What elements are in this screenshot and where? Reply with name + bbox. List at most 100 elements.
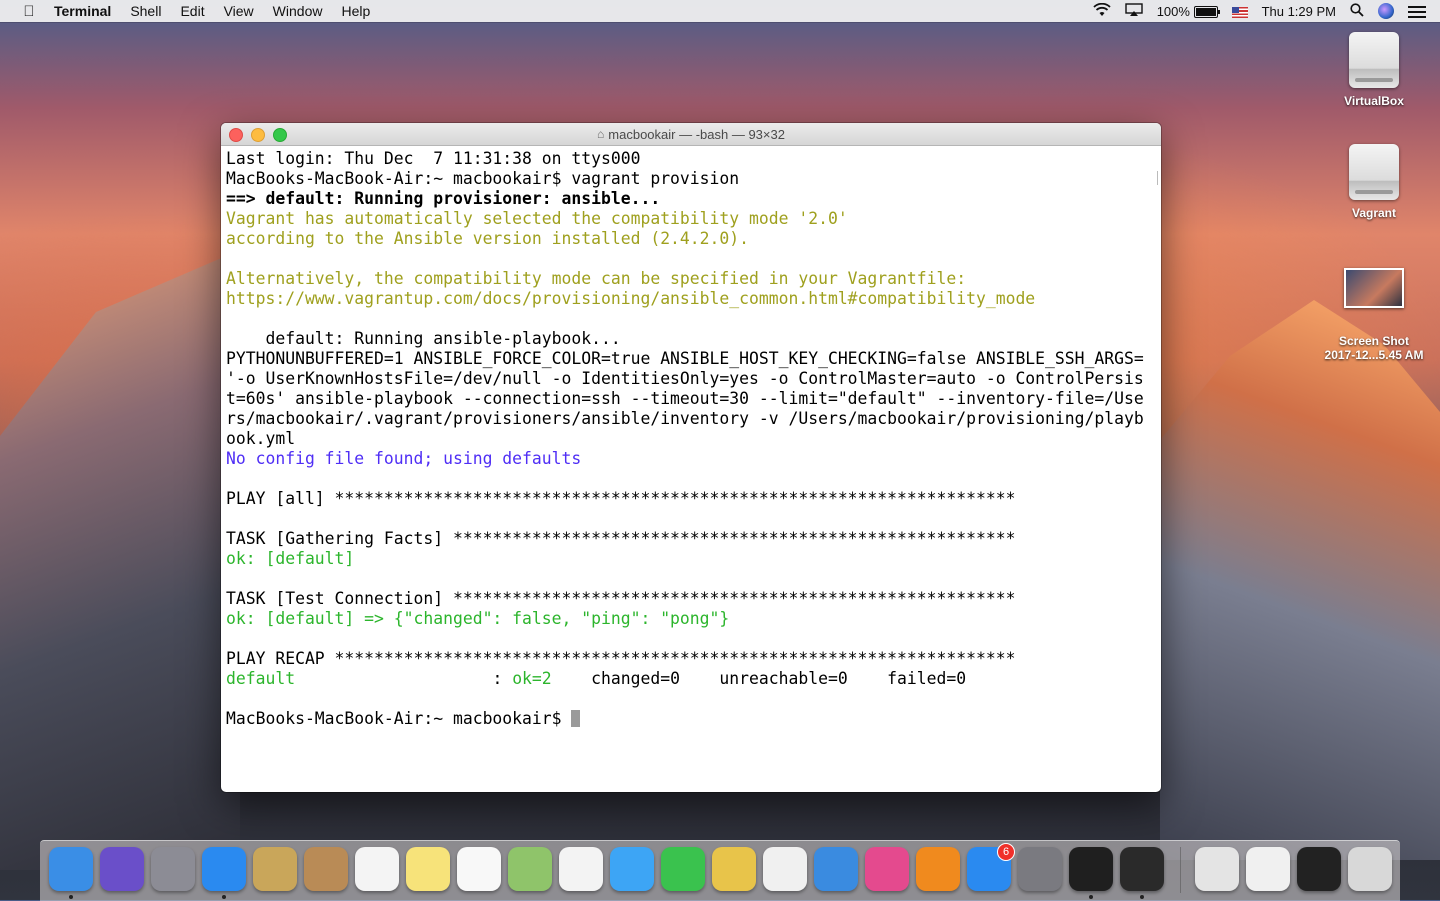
spotlight-search-icon[interactable]: [1350, 2, 1364, 20]
recap-host: default: [226, 669, 296, 688]
dock-separator: [1180, 847, 1181, 893]
terminal-line: TASK [Gathering Facts] *****************…: [226, 529, 1016, 548]
running-indicator: [69, 895, 73, 899]
window-title: macbookair — -bash — 93×32: [608, 126, 785, 142]
battery-level: [1195, 8, 1216, 17]
terminal-line: TASK [Test Connection] *****************…: [226, 589, 1016, 608]
scrollbar[interactable]: [1157, 171, 1158, 185]
terminal-line: ook.yml: [226, 429, 296, 448]
prompt-line[interactable]: MacBooks-MacBook-Air:~ macbookair$: [226, 709, 1156, 729]
maps-icon[interactable]: [508, 847, 552, 891]
terminal-window[interactable]: ⌂ macbookair — -bash — 93×32 Last login:…: [221, 123, 1161, 792]
terminal-line: Last login: Thu Dec 7 11:31:38 on ttys00…: [226, 149, 641, 168]
system-preferences-icon[interactable]: [1018, 847, 1062, 891]
battery-status[interactable]: 100%: [1156, 3, 1220, 19]
menu-edit[interactable]: Edit: [180, 3, 204, 19]
wifi-icon[interactable]: [1093, 2, 1111, 20]
photo-booth-icon[interactable]: [712, 847, 756, 891]
terminal-line: Alternatively, the compatibility mode ca…: [226, 269, 967, 288]
terminal-line: PYTHONUNBUFFERED=1 ANSIBLE_FORCE_COLOR=t…: [226, 349, 1144, 368]
finder-icon[interactable]: [49, 847, 93, 891]
contacts-icon[interactable]: [304, 847, 348, 891]
desktop-icon-label: VirtualBox: [1344, 94, 1404, 108]
menu-window[interactable]: Window: [273, 3, 323, 19]
desktop-icon-label-line2: 2017-12...5.45 AM: [1324, 348, 1424, 362]
mail-icon[interactable]: [253, 847, 297, 891]
console-icon[interactable]: [1120, 847, 1164, 891]
numbers-icon[interactable]: [763, 847, 807, 891]
input-source-icon[interactable]: [1231, 4, 1248, 19]
desktop-icon-virtualbox[interactable]: VirtualBox: [1319, 32, 1429, 108]
itunes-icon[interactable]: [865, 847, 909, 891]
desktop-icon-label-line1: Screen Shot: [1338, 334, 1410, 348]
window-titlebar[interactable]: ⌂ macbookair — -bash — 93×32: [221, 123, 1161, 146]
terminal-icon[interactable]: [1069, 847, 1113, 891]
status-area: 100% Thu 1:29 PM: [1093, 0, 1440, 22]
recap-ok: ok=2: [512, 669, 552, 688]
running-indicator: [1140, 895, 1144, 899]
menu-view[interactable]: View: [224, 3, 254, 19]
reminders-icon[interactable]: [457, 847, 501, 891]
apple-menu-icon[interactable]: : [20, 3, 38, 20]
launchpad-icon[interactable]: [151, 847, 195, 891]
notes-icon[interactable]: [406, 847, 450, 891]
traffic-lights: [229, 128, 295, 142]
siri-icon[interactable]: [100, 847, 144, 891]
recap-separator: :: [295, 669, 513, 688]
recap-counts: changed=0 unreachable=0 failed=0: [551, 669, 967, 688]
trash-icon[interactable]: [1348, 847, 1392, 891]
terminal-line: ok: [default] => {"changed": false, "pin…: [226, 609, 730, 628]
facetime-icon[interactable]: [661, 847, 705, 891]
dock: 6: [40, 840, 1400, 901]
screenshot-thumbnail-icon: [1344, 268, 1404, 308]
terminal-line: '-o UserKnownHostsFile=/dev/null -o Iden…: [226, 369, 1144, 388]
minimize-button[interactable]: [251, 128, 265, 142]
messages-icon[interactable]: [610, 847, 654, 891]
desktop-icon-vagrant[interactable]: Vagrant: [1319, 144, 1429, 220]
terminal-line: Vagrant has automatically selected the c…: [226, 209, 848, 228]
hard-disk-icon: [1349, 32, 1399, 88]
desktop-icon-screenshot[interactable]: Screen Shot 2017-12...5.45 AM: [1319, 268, 1429, 362]
menubar-clock[interactable]: Thu 1:29 PM: [1262, 4, 1336, 19]
notification-center-icon[interactable]: [1408, 4, 1426, 19]
app-store-icon[interactable]: 6: [967, 843, 1015, 891]
menu-bar:  Terminal Shell Edit View Window Help 1…: [0, 0, 1440, 22]
menu-help[interactable]: Help: [341, 3, 370, 19]
siri-menubar-icon[interactable]: [1378, 3, 1394, 20]
wallpaper-mountain-right: [1160, 300, 1440, 860]
menu-shell[interactable]: Shell: [130, 3, 161, 19]
recap-line: default : ok=2 changed=0 unreachable=0 f…: [226, 669, 1156, 689]
zoom-button[interactable]: [273, 128, 287, 142]
home-folder-icon: ⌂: [597, 127, 605, 141]
screenshot-stack-icon[interactable]: [1297, 847, 1341, 891]
terminal-line: PLAY [all] *****************************…: [226, 489, 1016, 508]
desktop-icon-label: Vagrant: [1351, 206, 1396, 220]
ibooks-icon[interactable]: [916, 847, 960, 891]
calendar-icon[interactable]: [355, 847, 399, 891]
text-cursor: [571, 710, 581, 727]
terminal-line: according to the Ansible version install…: [226, 229, 750, 248]
terminal-line: rs/macbookair/.vagrant/provisioners/ansi…: [226, 409, 1144, 428]
terminal-output[interactable]: Last login: Thu Dec 7 11:31:38 on ttys00…: [221, 146, 1161, 729]
app-menu[interactable]: Terminal: [54, 3, 111, 19]
terminal-line: ==> default: Running provisioner: ansibl…: [226, 189, 661, 208]
photos-icon[interactable]: [559, 847, 603, 891]
keynote-icon[interactable]: [814, 847, 858, 891]
terminal-line: default: Running ansible-playbook...: [226, 329, 621, 348]
close-button[interactable]: [229, 128, 243, 142]
downloads-stack-icon[interactable]: [1246, 847, 1290, 891]
airplay-icon[interactable]: [1124, 2, 1143, 20]
safari-icon[interactable]: [202, 847, 246, 891]
battery-percent: 100%: [1156, 3, 1190, 19]
documents-stack-icon[interactable]: [1195, 847, 1239, 891]
terminal-line: ok: [default]: [226, 549, 355, 568]
terminal-line: PLAY RECAP *****************************…: [226, 649, 1016, 668]
hard-disk-icon: [1349, 144, 1399, 200]
shell-prompt: MacBooks-MacBook-Air:~ macbookair$: [226, 709, 572, 728]
